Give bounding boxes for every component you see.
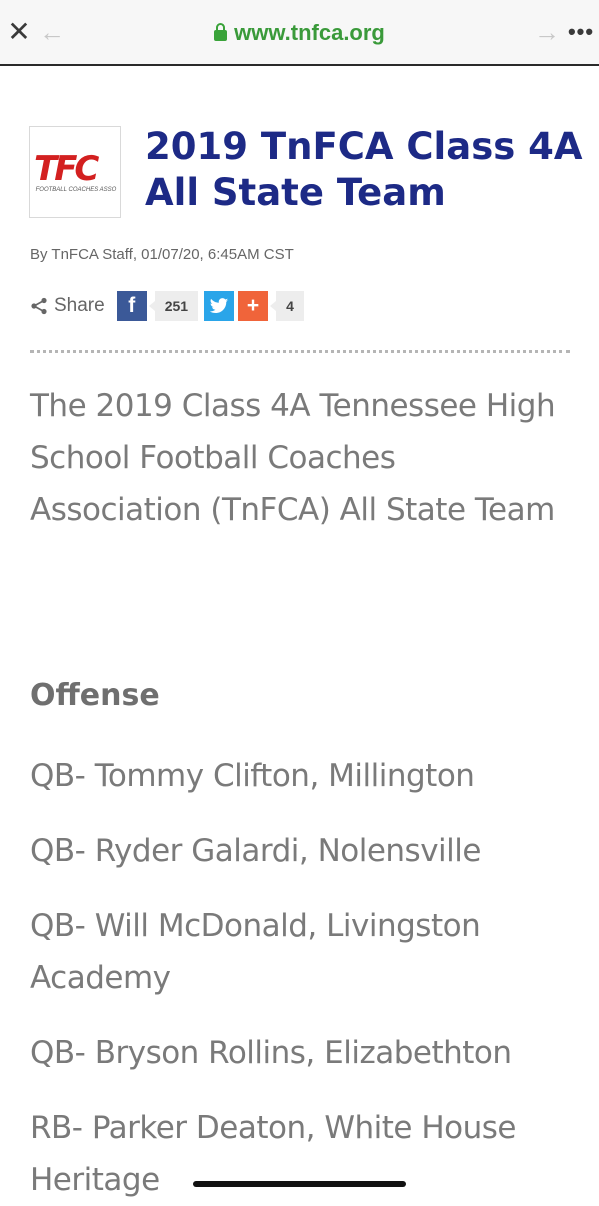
- share-bar: Share f 251 + 4: [30, 290, 310, 322]
- page-title: 2019 TnFCA Class 4A All State Team: [145, 125, 583, 214]
- list-item: QB- Bryson Rollins, Elizabethton: [30, 1035, 512, 1071]
- more-dots-icon[interactable]: •••: [566, 18, 596, 46]
- list-item: RB- Parker Deaton, White House Heritage: [30, 1110, 516, 1198]
- forward-arrow-icon[interactable]: →: [533, 17, 561, 47]
- plus-share-count: 4: [270, 291, 304, 321]
- url-text[interactable]: www.tnfca.org: [234, 20, 385, 45]
- list-item: QB- Ryder Galardi, Nolensville: [30, 833, 481, 869]
- facebook-icon[interactable]: f: [116, 291, 147, 321]
- divider: [30, 350, 570, 357]
- share-label[interactable]: Share: [54, 295, 105, 317]
- facebook-share-count: 251: [148, 291, 199, 321]
- lock-icon: [214, 23, 228, 41]
- section-heading-offense: Offense: [30, 678, 160, 713]
- byline: By TnFCA Staff, 01/07/20, 6:45AM CST: [30, 246, 294, 263]
- intro-paragraph: The 2019 Class 4A Tennessee High School …: [30, 388, 556, 528]
- browser-toolbar: ✕ ← www.tnfca.org → •••: [0, 0, 599, 66]
- logo-subtext: FOOTBALL COACHES ASSO: [35, 187, 117, 193]
- list-item: QB- Will McDonald, Livingston Academy: [30, 908, 481, 996]
- list-item: QB- Tommy Clifton, Millington: [30, 758, 475, 794]
- address-bar[interactable]: www.tnfca.org: [0, 20, 599, 46]
- plus-share-icon[interactable]: +: [238, 291, 269, 321]
- tnfca-logo: TFC FOOTBALL COACHES ASSO: [29, 126, 121, 218]
- share-icon[interactable]: [30, 297, 48, 315]
- twitter-icon[interactable]: [204, 291, 235, 321]
- home-indicator[interactable]: [193, 1181, 406, 1187]
- logo-text: TFC: [34, 149, 99, 189]
